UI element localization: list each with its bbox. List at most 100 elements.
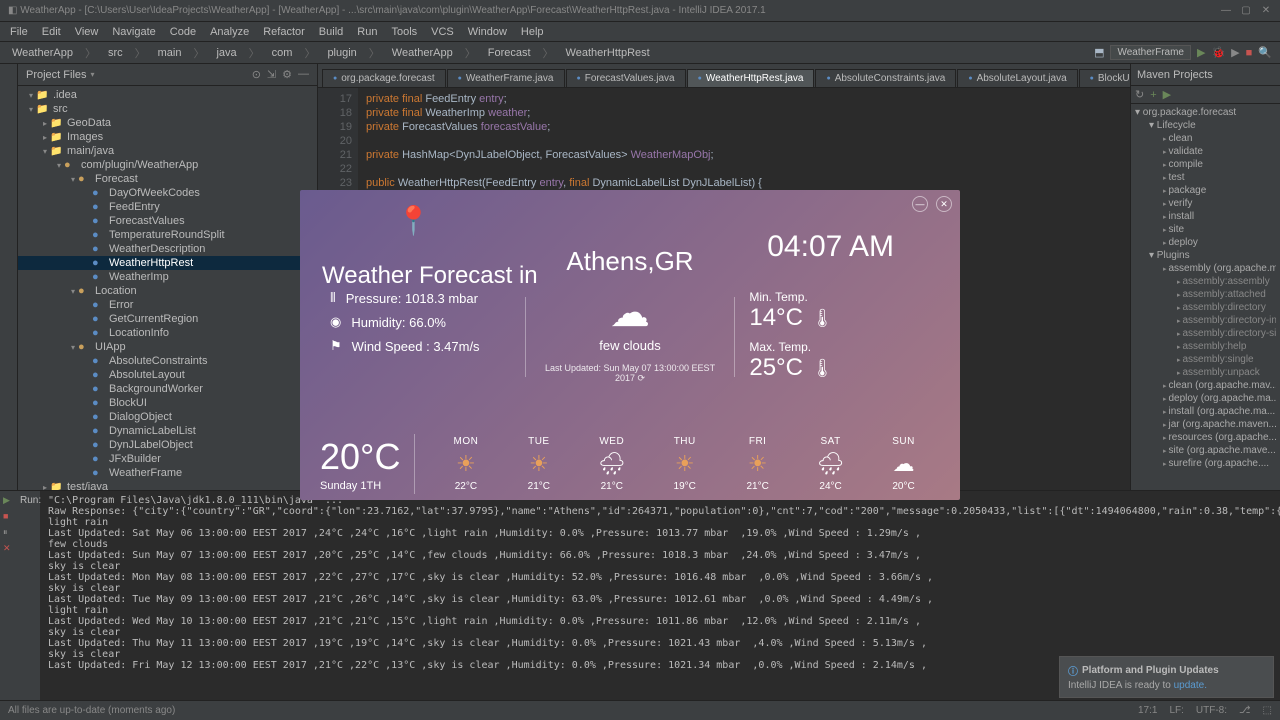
run-maven-icon[interactable]: ▶ xyxy=(1163,88,1171,101)
maven-item[interactable]: install (org.apache.ma... xyxy=(1135,405,1276,418)
breadcrumb-item[interactable]: main xyxy=(154,46,186,60)
run-icon[interactable]: ▶ xyxy=(1197,46,1205,59)
stop-icon[interactable]: ■ xyxy=(1246,47,1253,59)
tree-item[interactable]: WeatherFrame xyxy=(18,466,317,480)
maven-item[interactable]: assembly:help xyxy=(1135,340,1276,353)
maven-item[interactable]: install xyxy=(1135,210,1276,223)
rerun-icon[interactable]: ▶ xyxy=(3,495,15,507)
maven-item[interactable]: validate xyxy=(1135,145,1276,158)
menu-analyze[interactable]: Analyze xyxy=(204,24,255,40)
tree-item[interactable]: DayOfWeekCodes xyxy=(18,186,317,200)
menu-help[interactable]: Help xyxy=(515,24,550,40)
tree-item[interactable]: WeatherHttpRest xyxy=(18,256,317,270)
tree-item[interactable]: JFxBuilder xyxy=(18,452,317,466)
tree-item[interactable]: DialogObject xyxy=(18,410,317,424)
tree-item[interactable]: DynamicLabelList xyxy=(18,424,317,438)
menu-view[interactable]: View xyxy=(69,24,105,40)
breadcrumb-item[interactable]: com xyxy=(268,46,297,60)
maven-item[interactable]: assembly:attached xyxy=(1135,288,1276,301)
maven-item[interactable]: surefire (org.apache.... xyxy=(1135,457,1276,470)
breadcrumb-item[interactable]: WeatherHttpRest xyxy=(562,46,654,60)
maven-item[interactable]: assembly:directory xyxy=(1135,301,1276,314)
add-icon[interactable]: + xyxy=(1150,89,1156,101)
tree-item[interactable]: TemperatureRoundSplit xyxy=(18,228,317,242)
update-link[interactable]: update. xyxy=(1174,680,1207,691)
tree-item[interactable]: Error xyxy=(18,298,317,312)
editor-tab[interactable]: WeatherHttpRest.java xyxy=(687,69,815,87)
menu-window[interactable]: Window xyxy=(462,24,513,40)
tree-item[interactable]: ▾UIApp xyxy=(18,340,317,354)
pause-icon[interactable]: ⏸ xyxy=(3,527,15,539)
nav-icon[interactable]: ⬒ xyxy=(1094,46,1104,59)
notification-popup[interactable]: ⓘPlatform and Plugin Updates IntelliJ ID… xyxy=(1059,656,1274,698)
minimize-button[interactable]: — xyxy=(1220,5,1232,17)
maven-item[interactable]: ▾ Lifecycle xyxy=(1135,119,1276,132)
tree-item[interactable]: ForecastValues xyxy=(18,214,317,228)
editor-tab[interactable]: AbsoluteConstraints.java xyxy=(815,69,956,87)
menu-code[interactable]: Code xyxy=(164,24,202,40)
menu-refactor[interactable]: Refactor xyxy=(257,24,311,40)
breadcrumb-item[interactable]: WeatherApp xyxy=(388,46,457,60)
tree-item[interactable]: ▸GeoData xyxy=(18,116,317,130)
tree-item[interactable]: BackgroundWorker xyxy=(18,382,317,396)
tree-item[interactable]: ▾com/plugin/WeatherApp xyxy=(18,158,317,172)
maven-item[interactable]: deploy (org.apache.ma... xyxy=(1135,392,1276,405)
dropdown-icon[interactable]: ▾ xyxy=(91,70,95,79)
maven-item[interactable]: assembly:unpack xyxy=(1135,366,1276,379)
maven-item[interactable]: verify xyxy=(1135,197,1276,210)
collapse-icon[interactable]: ⇲ xyxy=(267,68,276,81)
editor-tab[interactable]: org.package.forecast xyxy=(322,69,446,87)
tree-item[interactable]: ▸test/java xyxy=(18,480,317,490)
tree-item[interactable]: ▾main/java xyxy=(18,144,317,158)
menu-run[interactable]: Run xyxy=(351,24,383,40)
stop-icon[interactable]: ■ xyxy=(3,511,15,523)
menu-file[interactable]: File xyxy=(4,24,34,40)
maximize-button[interactable]: ▢ xyxy=(1240,5,1252,17)
tree-item[interactable]: WeatherImp xyxy=(18,270,317,284)
maven-item[interactable]: site (org.apache.mave... xyxy=(1135,444,1276,457)
maven-item[interactable]: deploy xyxy=(1135,236,1276,249)
project-panel-title[interactable]: Project Files xyxy=(26,69,87,81)
editor-tab[interactable]: AbsoluteLayout.java xyxy=(957,69,1077,87)
refresh-icon[interactable]: ↻ xyxy=(1135,88,1144,101)
maven-item[interactable]: package xyxy=(1135,184,1276,197)
search-icon[interactable]: 🔍 xyxy=(1258,46,1272,59)
maven-item[interactable]: assembly (org.apache.ma... xyxy=(1135,262,1276,275)
tree-item[interactable]: ▾.idea xyxy=(18,88,317,102)
maven-item[interactable]: ▾ org.package.forecast xyxy=(1135,106,1276,119)
tree-item[interactable]: DynJLabelObject xyxy=(18,438,317,452)
tree-item[interactable]: BlockUI xyxy=(18,396,317,410)
breadcrumb-item[interactable]: plugin xyxy=(323,46,360,60)
tree-item[interactable]: ▾Location xyxy=(18,284,317,298)
maven-item[interactable]: clean (org.apache.mav... xyxy=(1135,379,1276,392)
close-button[interactable]: ✕ xyxy=(1260,5,1272,17)
menu-vcs[interactable]: VCS xyxy=(425,24,460,40)
hide-icon[interactable]: — xyxy=(298,68,309,81)
breadcrumb-item[interactable]: WeatherApp xyxy=(8,46,77,60)
maven-tree[interactable]: ▾ org.package.forecast▾ Lifecyclecleanva… xyxy=(1131,104,1280,472)
maven-item[interactable]: assembly:directory-in... xyxy=(1135,314,1276,327)
maven-item[interactable]: site xyxy=(1135,223,1276,236)
tree-item[interactable]: LocationInfo xyxy=(18,326,317,340)
tree-item[interactable]: AbsoluteConstraints xyxy=(18,354,317,368)
tree-item[interactable]: ▸Images xyxy=(18,130,317,144)
tree-item[interactable]: WeatherDescription xyxy=(18,242,317,256)
tree-item[interactable]: ▾src xyxy=(18,102,317,116)
debug-icon[interactable]: 🐞 xyxy=(1211,46,1225,59)
run-config-select[interactable]: WeatherFrame xyxy=(1110,45,1191,60)
breadcrumb-item[interactable]: java xyxy=(212,46,240,60)
maven-item[interactable]: assembly:assembly xyxy=(1135,275,1276,288)
tree-item[interactable]: AbsoluteLayout xyxy=(18,368,317,382)
menu-tools[interactable]: Tools xyxy=(385,24,423,40)
maven-item[interactable]: clean xyxy=(1135,132,1276,145)
maven-item[interactable]: jar (org.apache.maven... xyxy=(1135,418,1276,431)
tree-item[interactable]: ▾Forecast xyxy=(18,172,317,186)
editor-tab[interactable]: WeatherFrame.java xyxy=(447,69,565,87)
breadcrumb-item[interactable]: Forecast xyxy=(484,46,535,60)
maven-item[interactable]: resources (org.apache... xyxy=(1135,431,1276,444)
project-tree[interactable]: ▾.idea▾src▸GeoData▸Images▾main/java▾com/… xyxy=(18,86,317,490)
maven-item[interactable]: compile xyxy=(1135,158,1276,171)
editor-tab[interactable]: ForecastValues.java xyxy=(566,69,686,87)
locate-icon[interactable]: ⊙ xyxy=(252,68,261,81)
tree-item[interactable]: GetCurrentRegion xyxy=(18,312,317,326)
